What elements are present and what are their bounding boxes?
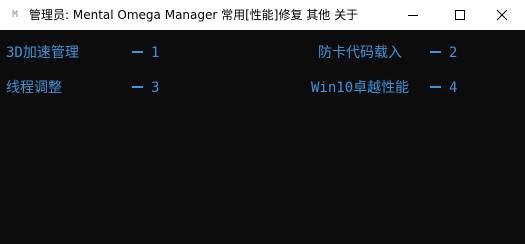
menu-item-number: 2 — [449, 45, 458, 61]
menu-item-3d-acceleration[interactable]: 3D加速管理 — [6, 43, 79, 63]
menu-item-label: 3D加速管理 — [6, 45, 79, 61]
dash-separator — [132, 51, 143, 53]
menu-item-label: Win10卓越性能 — [311, 80, 410, 96]
menu-item-label: 线程调整 — [6, 80, 62, 96]
menu-item-win10-performance[interactable]: Win10卓越性能 — [311, 78, 409, 98]
menu-item-thread-adjust[interactable]: 线程调整 — [6, 78, 62, 98]
title-bar[interactable]: M 管理员: Mental Omega Manager 常用[性能]修复 其他 … — [0, 0, 525, 30]
menu-item-key: 3 — [132, 78, 159, 98]
close-icon — [496, 9, 508, 21]
maximize-button[interactable] — [437, 0, 483, 30]
minimize-icon — [408, 15, 418, 16]
menu-item-number: 3 — [151, 80, 160, 96]
console-output: 3D加速管理 1 防卡代码载入 2 线程调整 3 Win10卓越性能 4 — [0, 30, 525, 244]
window-title: 管理员: Mental Omega Manager 常用[性能]修复 其他 关于 — [29, 8, 359, 22]
console-window: M 管理员: Mental Omega Manager 常用[性能]修复 其他 … — [0, 0, 525, 244]
minimize-button[interactable] — [390, 0, 436, 30]
app-icon: M — [12, 10, 18, 20]
menu-item-number: 1 — [151, 45, 160, 61]
maximize-icon — [455, 10, 465, 20]
dash-separator — [430, 51, 441, 53]
dash-separator — [430, 86, 441, 88]
menu-item-number: 4 — [449, 80, 458, 96]
menu-item-key: 4 — [430, 78, 457, 98]
dash-separator — [132, 86, 143, 88]
menu-item-label: 防卡代码载入 — [318, 45, 402, 61]
close-button[interactable] — [479, 0, 525, 30]
menu-item-key: 2 — [430, 43, 457, 63]
menu-item-key: 1 — [132, 43, 159, 63]
menu-item-anti-lag-code[interactable]: 防卡代码载入 — [318, 43, 402, 63]
